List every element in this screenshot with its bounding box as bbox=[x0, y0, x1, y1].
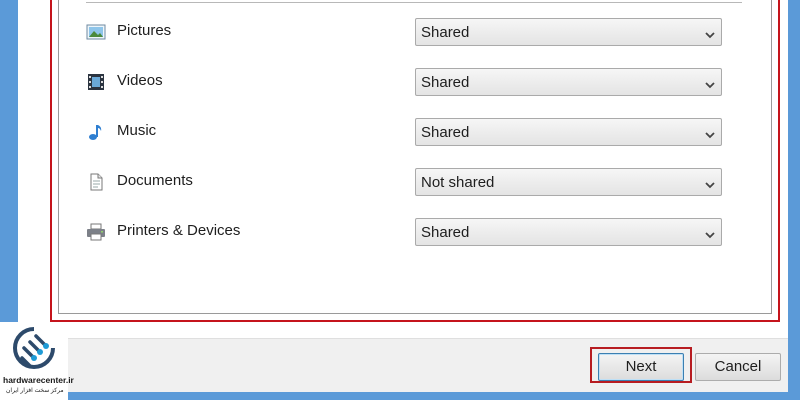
watermark-logo: hardwarecenter.ir مرکز سخت افزار ایران bbox=[0, 322, 74, 400]
dropdown-value: Shared bbox=[421, 24, 470, 41]
button-bar-separator bbox=[18, 338, 788, 339]
dropdown-value: Shared bbox=[421, 224, 470, 241]
next-button[interactable]: Next bbox=[598, 353, 684, 381]
sharing-row-label: Videos bbox=[117, 72, 163, 89]
documents-permission-dropdown[interactable]: Not shared bbox=[415, 168, 722, 196]
watermark-text: hardwarecenter.ir bbox=[3, 375, 74, 385]
music-permission-dropdown[interactable]: Shared bbox=[415, 118, 722, 146]
sharing-row-videos: Videos Shared bbox=[84, 67, 724, 97]
chevron-down-icon bbox=[704, 127, 716, 139]
dropdown-value: Shared bbox=[421, 124, 470, 141]
videos-permission-dropdown[interactable]: Shared bbox=[415, 68, 722, 96]
header-divider bbox=[86, 2, 742, 3]
chevron-down-icon bbox=[704, 177, 716, 189]
hardwarecenter-logo-icon bbox=[13, 327, 55, 369]
pictures-permission-dropdown[interactable]: Shared bbox=[415, 18, 722, 46]
chevron-down-icon bbox=[704, 227, 716, 239]
printers-permission-dropdown[interactable]: Shared bbox=[415, 218, 722, 246]
chevron-down-icon bbox=[704, 27, 716, 39]
printer-icon bbox=[86, 223, 106, 241]
pictures-icon bbox=[86, 23, 106, 41]
window-frame-right bbox=[788, 0, 800, 400]
sharing-row-label: Printers & Devices bbox=[117, 222, 241, 239]
dropdown-value: Shared bbox=[421, 74, 470, 91]
dropdown-value: Not shared bbox=[421, 174, 495, 191]
sharing-row-label: Pictures bbox=[117, 22, 172, 39]
sharing-row-printers: Printers & Devices Shared bbox=[84, 217, 724, 247]
sharing-row-music: Music Shared bbox=[84, 117, 724, 147]
documents-icon bbox=[86, 173, 106, 191]
chevron-down-icon bbox=[704, 77, 716, 89]
music-icon bbox=[86, 123, 106, 141]
window-frame-bottom bbox=[0, 392, 800, 400]
cancel-button[interactable]: Cancel bbox=[695, 353, 781, 381]
sharing-row-label: Documents bbox=[117, 172, 193, 189]
sharing-row-pictures: Pictures Shared bbox=[84, 17, 724, 47]
sharing-row-label: Music bbox=[117, 122, 157, 139]
sharing-row-documents: Documents Not shared bbox=[84, 167, 724, 197]
watermark-subtitle: مرکز سخت افزار ایران bbox=[6, 388, 64, 394]
videos-icon bbox=[86, 73, 106, 91]
sharing-settings-group bbox=[58, 0, 772, 314]
